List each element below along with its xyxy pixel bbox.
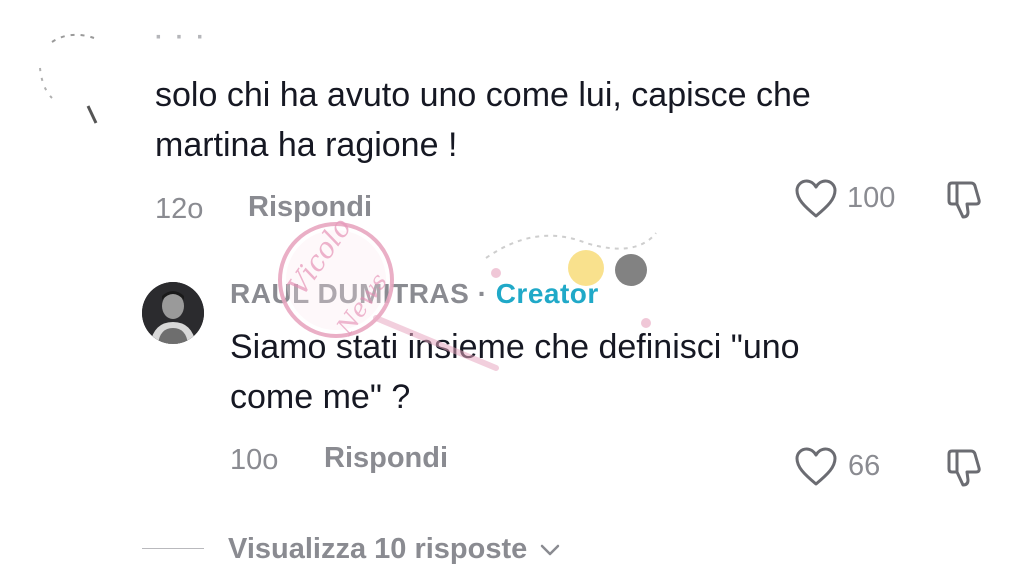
creator-username[interactable]: RAUL DUMITRAS: [230, 278, 469, 309]
reply-text-line-1: Siamo stati insieme che definisci "uno: [230, 328, 800, 366]
separator-dot: ·: [477, 278, 488, 309]
comment-text-line-2: martina ha ragione !: [155, 126, 458, 164]
reply-age: 10o: [230, 444, 279, 476]
commenter-avatar[interactable]: [30, 28, 110, 124]
comment-reply-button[interactable]: Rispondi: [248, 191, 372, 224]
reply-text-line-2: come me" ?: [230, 378, 411, 416]
view-replies-button[interactable]: Visualizza 10 risposte: [228, 533, 561, 566]
chevron-down-icon: [539, 543, 561, 557]
comment-text-line-1: solo chi ha avuto uno come lui, capisce …: [155, 76, 811, 114]
thumbs-down-icon[interactable]: [945, 446, 989, 488]
reply-like-count: 66: [848, 450, 881, 482]
view-replies-label: Visualizza 10 risposte: [228, 533, 528, 565]
creator-badge: Creator: [495, 278, 599, 309]
commenter-username-partial[interactable]: · · · ·: [155, 34, 225, 48]
heart-outline-icon[interactable]: [794, 446, 838, 488]
creator-avatar[interactable]: [142, 282, 204, 344]
comment-like-count: 100: [847, 182, 896, 214]
comment-age: 12o: [155, 193, 204, 225]
heart-outline-icon[interactable]: [794, 178, 838, 220]
comment-text: solo chi ha avuto uno come lui, capisce …: [155, 70, 975, 170]
reply-username-row: RAUL DUMITRAS · Creator: [230, 278, 599, 310]
thumbs-down-icon[interactable]: [945, 178, 989, 220]
replies-divider: [142, 548, 204, 549]
reply-reply-button[interactable]: Rispondi: [324, 442, 448, 475]
reply-text: Siamo stati insieme che definisci "uno c…: [230, 322, 990, 422]
